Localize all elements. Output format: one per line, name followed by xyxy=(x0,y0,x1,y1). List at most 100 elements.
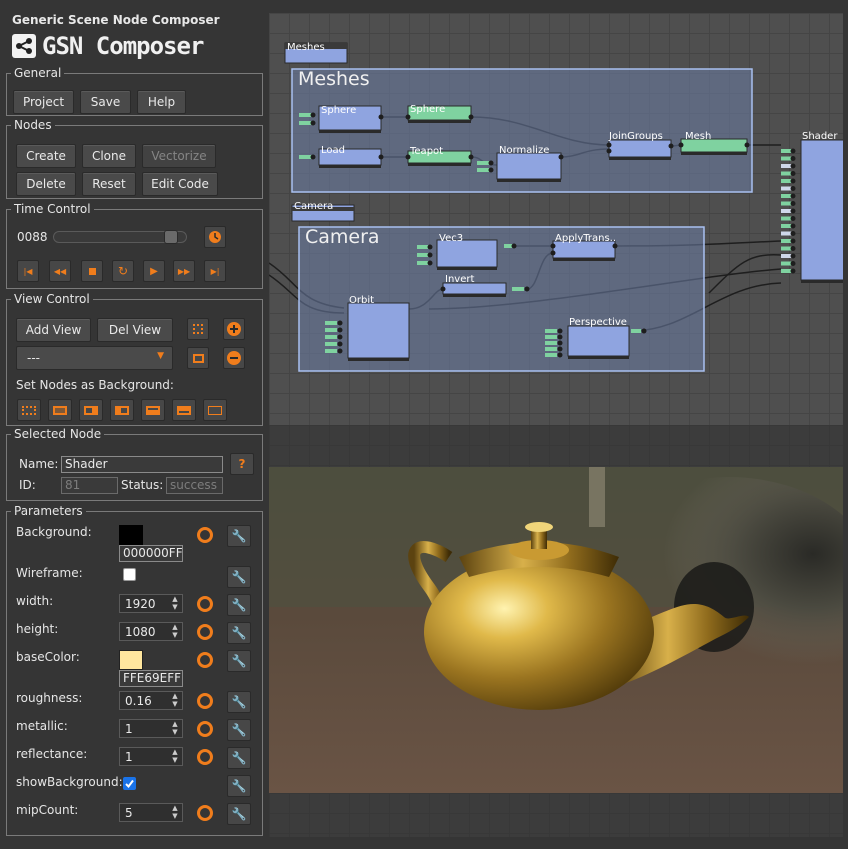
image-view-button[interactable] xyxy=(187,347,209,369)
zoom-out-button[interactable] xyxy=(223,347,245,369)
spin-down-icon[interactable]: ▼ xyxy=(170,632,180,639)
port-dot[interactable] xyxy=(790,186,796,191)
node-graph-canvas[interactable]: Meshes Camera Meshes Camera Sphere Spher… xyxy=(269,13,843,425)
spin-down-icon[interactable]: ▼ xyxy=(170,729,180,736)
port-dot[interactable] xyxy=(337,327,343,333)
showbackground-checkbox[interactable] xyxy=(123,777,136,790)
port-dot[interactable] xyxy=(337,320,343,326)
delete-button[interactable]: Delete xyxy=(16,172,76,196)
step-back-button[interactable]: ◀◀ xyxy=(49,260,71,282)
height-link-icon[interactable] xyxy=(197,624,213,640)
port-dot[interactable] xyxy=(337,348,343,354)
port-slot[interactable] xyxy=(325,321,337,325)
reset-button[interactable]: Reset xyxy=(82,172,136,196)
mipcount-stepper[interactable]: 5 ▲ ▼ xyxy=(119,803,183,822)
metallic-link-icon[interactable] xyxy=(197,721,213,737)
roughness-wrench-button[interactable]: 🔧 xyxy=(227,691,251,713)
width-link-icon[interactable] xyxy=(197,596,213,612)
width-stepper[interactable]: 1920 ▲ ▼ xyxy=(119,594,183,613)
help-button[interactable]: Help xyxy=(137,90,186,114)
metallic-stepper[interactable]: 1 ▲ ▼ xyxy=(119,719,183,738)
basecolor-input[interactable]: FFE69EFF xyxy=(119,670,183,687)
bg-bottom-button[interactable] xyxy=(172,399,196,421)
port-dot[interactable] xyxy=(557,352,563,358)
port-slot[interactable] xyxy=(325,335,337,339)
port-dot[interactable] xyxy=(790,208,796,214)
skip-end-button[interactable]: ▶| xyxy=(204,260,226,282)
reflectance-stepper[interactable]: 1 ▲ ▼ xyxy=(119,747,183,766)
time-slider[interactable] xyxy=(53,230,187,244)
port-dot[interactable] xyxy=(790,201,796,206)
port-slot[interactable] xyxy=(545,353,557,357)
skip-start-button[interactable]: |◀ xyxy=(17,260,39,282)
showbackground-wrench-button[interactable]: 🔧 xyxy=(227,775,251,797)
reflectance-wrench-button[interactable]: 🔧 xyxy=(227,747,251,769)
clone-button[interactable]: Clone xyxy=(82,144,136,168)
metallic-wrench-button[interactable]: 🔧 xyxy=(227,719,251,741)
bg-full-grid-button[interactable] xyxy=(17,399,41,421)
del-view-button[interactable]: Del View xyxy=(97,318,173,342)
port-slot[interactable] xyxy=(545,335,557,339)
port-dot[interactable] xyxy=(557,334,563,340)
time-slider-handle[interactable] xyxy=(164,230,179,244)
node-sphere-2[interactable]: Sphere xyxy=(405,104,474,123)
meshes-tag[interactable]: Meshes xyxy=(284,42,348,64)
step-forward-button[interactable]: ▶▶ xyxy=(173,260,195,282)
port-slot[interactable] xyxy=(545,347,557,351)
background-wrench-button[interactable]: 🔧 xyxy=(227,525,251,547)
wireframe-wrench-button[interactable]: 🔧 xyxy=(227,566,251,588)
port-dot[interactable] xyxy=(790,148,796,154)
view-select[interactable]: --- ▼ xyxy=(16,346,173,370)
port-slot[interactable] xyxy=(325,342,337,346)
spin-up-icon[interactable]: ▲ xyxy=(170,596,180,603)
spin-down-icon[interactable]: ▼ xyxy=(170,813,180,820)
port-slot[interactable] xyxy=(545,329,557,333)
port-dot[interactable] xyxy=(557,328,563,334)
loop-button[interactable]: ↻ xyxy=(112,260,134,282)
port-dot[interactable] xyxy=(790,193,796,199)
bg-left-button[interactable] xyxy=(79,399,103,421)
port-slot[interactable] xyxy=(325,349,337,353)
node-help-button[interactable]: ? xyxy=(230,453,254,475)
height-stepper[interactable]: 1080 ▲ ▼ xyxy=(119,622,183,641)
spin-up-icon[interactable]: ▲ xyxy=(170,805,180,812)
render-canvas[interactable] xyxy=(269,467,843,793)
edit-code-button[interactable]: Edit Code xyxy=(142,172,218,196)
port-dot[interactable] xyxy=(790,178,796,184)
background-color-input[interactable]: 000000FF xyxy=(119,545,183,562)
port-dot[interactable] xyxy=(337,334,343,340)
port-dot[interactable] xyxy=(790,261,796,266)
bg-top-button[interactable] xyxy=(141,399,165,421)
port-dot[interactable] xyxy=(790,231,796,236)
port-dot[interactable] xyxy=(790,223,796,229)
zoom-in-button[interactable] xyxy=(223,318,245,340)
shader-input-ports[interactable] xyxy=(781,148,796,274)
port-slot[interactable] xyxy=(545,341,557,345)
node-name-input[interactable]: Shader xyxy=(61,456,223,473)
mipcount-wrench-button[interactable]: 🔧 xyxy=(227,803,251,825)
camera-tag[interactable]: Camera xyxy=(291,201,355,222)
bg-right-button[interactable] xyxy=(110,399,134,421)
save-button[interactable]: Save xyxy=(80,90,131,114)
clock-button[interactable] xyxy=(204,226,226,248)
roughness-stepper[interactable]: 0.16 ▲ ▼ xyxy=(119,691,183,710)
spin-up-icon[interactable]: ▲ xyxy=(170,624,180,631)
basecolor-wrench-button[interactable]: 🔧 xyxy=(227,650,251,672)
wireframe-checkbox[interactable] xyxy=(123,568,136,581)
node-shader[interactable]: Shader xyxy=(800,131,843,283)
port-dot[interactable] xyxy=(790,253,796,259)
basecolor-swatch[interactable] xyxy=(119,650,143,670)
port-slot[interactable] xyxy=(325,328,337,332)
port-dot[interactable] xyxy=(337,341,343,347)
port-dot[interactable] xyxy=(557,340,563,346)
create-button[interactable]: Create xyxy=(16,144,76,168)
perspective-input-ports[interactable] xyxy=(545,328,563,358)
port-dot[interactable] xyxy=(790,216,796,221)
grid-view-button[interactable] xyxy=(187,318,209,340)
roughness-link-icon[interactable] xyxy=(197,693,213,709)
spin-down-icon[interactable]: ▼ xyxy=(170,604,180,611)
mipcount-link-icon[interactable] xyxy=(197,805,213,821)
stop-button[interactable] xyxy=(81,260,103,282)
port-dot[interactable] xyxy=(790,238,796,244)
node-orbit[interactable]: Orbit xyxy=(347,295,410,361)
